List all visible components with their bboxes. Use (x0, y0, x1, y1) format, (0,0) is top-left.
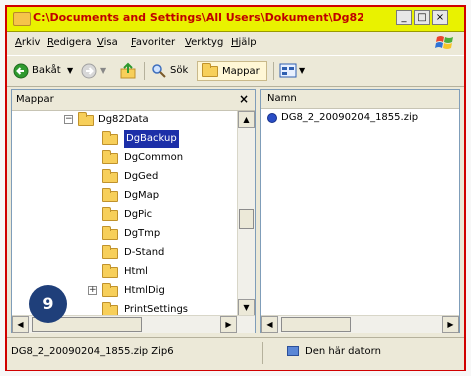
folders-pane-header: Mappar × (12, 90, 255, 111)
search-label: Sök (170, 65, 189, 76)
tree-item-label: D-Stand (124, 247, 165, 258)
scroll-left-button[interactable]: ◀ (261, 316, 278, 333)
folders-icon (202, 63, 218, 77)
folder-icon (102, 264, 118, 278)
menu-bar: Arkiv Redigera Visa Favoriter Verktyg Hj… (7, 32, 464, 54)
back-label: Bakåt (32, 65, 61, 76)
views-dropdown-icon[interactable]: ▼ (299, 61, 305, 81)
computer-icon (287, 346, 299, 356)
scroll-right-button[interactable]: ▶ (220, 316, 237, 333)
status-text: DG8_2_20090204_1855.zip Zip6 (11, 346, 174, 357)
folder-icon (102, 245, 118, 259)
window-title: C:\Documents and Settings\All Users\Doku… (33, 11, 363, 24)
folders-pane-title: Mappar (16, 94, 54, 105)
tree-item-label: HtmlDig (124, 285, 165, 296)
scroll-right-button[interactable]: ▶ (442, 316, 459, 333)
menu-hjalp[interactable]: Hjälp (231, 37, 257, 48)
column-header-label: Namn (267, 93, 297, 104)
tree-item-label: Html (124, 266, 148, 277)
back-dropdown-icon[interactable]: ▼ (67, 61, 73, 81)
folder-icon (102, 283, 118, 297)
expand-expander-icon[interactable]: + (88, 286, 97, 295)
folder-icon (102, 226, 118, 240)
forward-dropdown-icon[interactable]: ▼ (100, 61, 106, 81)
tree-item-label: DgMap (124, 190, 160, 201)
title-bar[interactable]: C:\Documents and Settings\All Users\Doku… (7, 7, 464, 32)
maximize-button[interactable]: □ (414, 10, 430, 25)
menu-arkiv[interactable]: Arkiv (15, 37, 40, 48)
collapse-expander-icon[interactable]: − (64, 115, 73, 124)
toolbar-separator (273, 62, 274, 80)
screenshot-frame: C:\Documents and Settings\All Users\Doku… (0, 0, 471, 376)
back-arrow-icon (13, 63, 29, 79)
views-icon (279, 63, 297, 78)
folders-label: Mappar (222, 66, 260, 77)
tree-item-label: DgPic (124, 209, 153, 220)
folder-icon (13, 12, 31, 26)
folder-icon (102, 207, 118, 221)
tree-item-label: DgTmp (124, 228, 161, 239)
files-horizontal-scrollbar[interactable]: ◀ ▶ (261, 315, 459, 333)
up-folder-icon (120, 62, 136, 79)
menu-verktyg[interactable]: Verktyg (185, 37, 223, 48)
windows-logo-icon (435, 36, 453, 49)
folder-icon (78, 112, 94, 126)
scroll-thumb[interactable] (239, 209, 254, 229)
scroll-down-button[interactable]: ▼ (238, 299, 255, 316)
tree-item-label: DgCommon (124, 152, 184, 163)
step-number-badge: 9 (29, 285, 67, 323)
files-pane: Namn DG8_2_20090204_1855.zip ◀ ▶ (260, 89, 460, 333)
folder-icon (102, 150, 118, 164)
folder-icon (102, 169, 118, 183)
file-name: DG8_2_20090204_1855.zip (281, 112, 419, 123)
tree-item-label: DgGed (124, 171, 159, 182)
folders-button[interactable]: Mappar (197, 61, 267, 81)
close-button[interactable]: × (432, 10, 448, 25)
menu-favoriter[interactable]: Favoriter (131, 37, 175, 48)
minimize-button[interactable]: _ (396, 10, 412, 25)
toolbar: Bakåt ▼ ▼ Sök Mappar ▼ (7, 55, 464, 87)
tree-item-label-selected: DgBackup (124, 130, 179, 148)
menu-redigera[interactable]: Redigera (47, 37, 92, 48)
column-header-name[interactable]: Namn (261, 90, 459, 109)
toolbar-separator (144, 62, 145, 80)
menu-visa[interactable]: Visa (97, 37, 118, 48)
forward-arrow-icon (81, 63, 97, 79)
search-icon (152, 64, 166, 78)
folders-vertical-scrollbar[interactable]: ▲ ▼ (237, 111, 255, 316)
scroll-left-button[interactable]: ◀ (12, 316, 29, 333)
scroll-up-button[interactable]: ▲ (238, 111, 255, 128)
tree-item-label: Dg82Data (98, 114, 149, 125)
status-separator (262, 342, 263, 364)
status-bar: DG8_2_20090204_1855.zip Zip6 Den här dat… (7, 337, 464, 370)
open-folder-icon (102, 131, 118, 145)
close-pane-icon[interactable]: × (239, 92, 249, 106)
folder-icon (102, 188, 118, 202)
explorer-window: C:\Documents and Settings\All Users\Doku… (5, 5, 466, 371)
zip-file-icon (267, 113, 277, 123)
scroll-thumb[interactable] (281, 317, 351, 332)
status-location: Den här datorn (305, 346, 381, 357)
